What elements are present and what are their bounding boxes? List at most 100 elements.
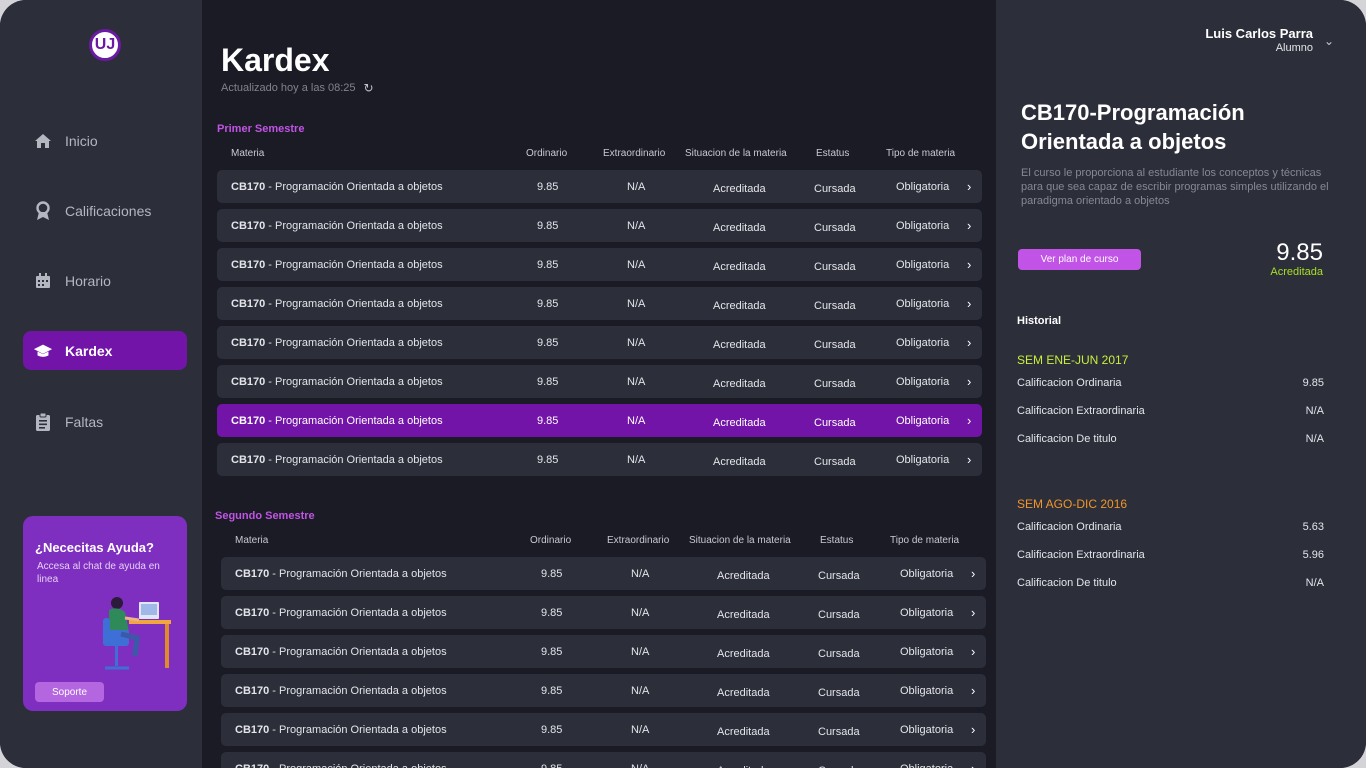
history-value: N/A [1305,577,1324,589]
chevron-right-icon[interactable]: › [967,179,971,194]
sidebar-item-kardex[interactable]: Kardex [23,331,187,370]
chevron-right-icon[interactable]: › [967,257,971,272]
ordinary-grade-cell: 9.85 [541,724,563,736]
chevron-right-icon[interactable]: › [971,722,975,737]
table-row[interactable]: CB170 - Programación Orientada a objetos… [217,209,982,242]
table-row[interactable]: CB170 - Programación Orientada a objetos… [221,713,986,746]
course-code: CB170 [235,568,270,580]
course-name-cell: CB170 - Programación Orientada a objetos [235,646,447,658]
history-semester-title: SEM AGO-DIC 2016 [1017,497,1128,511]
chevron-right-icon[interactable]: › [971,566,975,581]
chevron-right-icon[interactable]: › [967,335,971,350]
course-detail-panel: Luis Carlos Parra Alumno ⌄ CB170-Program… [996,0,1366,768]
ordinary-grade-cell: 9.85 [541,763,562,768]
chevron-right-icon[interactable]: › [967,413,971,428]
course-code: CB170 [235,685,270,697]
course-type-cell: Obligatoria [896,181,950,193]
help-title: ¿Nececitas Ayuda? [35,540,154,555]
extraordinary-grade-cell: N/A [627,181,646,193]
chevron-right-icon[interactable]: › [971,644,975,659]
sidebar-item-horario[interactable]: Horario [23,261,187,300]
table-row[interactable]: CB170 - Programación Orientada a objetos… [217,287,982,320]
table-row[interactable]: CB170 - Programación Orientada a objetos… [217,326,982,359]
refresh-icon[interactable]: ↻ [364,81,374,95]
support-button[interactable]: Soporte [35,682,104,702]
course-status-cell: Cursada [814,339,856,351]
course-status-cell: Cursada [814,456,856,468]
course-type-cell: Obligatoria [900,568,954,580]
chevron-right-icon[interactable]: › [967,452,971,467]
table-row[interactable]: CB170 - Programación Orientada a objetos… [217,170,982,203]
chevron-right-icon[interactable]: › [967,374,971,389]
sidebar-item-faltas[interactable]: Faltas [23,402,187,441]
history-row: Calificacion De titulo N/A [1017,433,1324,449]
chevron-right-icon[interactable]: › [967,296,971,311]
table-row[interactable]: CB170 - Programación Orientada a objetos… [217,248,982,281]
course-situation-cell: Acreditada [717,687,770,699]
view-course-plan-button[interactable]: Ver plan de curso [1018,249,1141,270]
sidebar-item-label: Inicio [65,132,98,149]
course-situation-cell: Acreditada [717,570,770,582]
home-icon [33,131,53,151]
course-code: CB170 [231,220,266,232]
course-situation-cell: Acreditada [713,300,766,312]
chevron-right-icon[interactable]: › [971,605,975,620]
ordinary-grade-cell: 9.85 [537,259,559,271]
main-content: Kardex Actualizado hoy a las 08:25 ↻ Pri… [202,0,996,768]
sidebar-item-calificaciones[interactable]: Calificaciones [23,191,187,230]
course-name-cell: CB170 - Programación Orientada a objetos [235,724,447,736]
chevron-right-icon[interactable]: › [971,683,975,698]
extraordinary-grade-cell: N/A [627,337,646,349]
last-updated: Actualizado hoy a las 08:25 ↻ [221,81,374,95]
ordinary-grade-cell: 9.85 [537,454,559,466]
ordinary-grade-cell: 9.85 [541,685,563,697]
extraordinary-grade-cell: N/A [631,607,650,619]
sidebar-item-inicio[interactable]: Inicio [23,121,187,160]
table-row[interactable]: CB170 - Programación Orientada a objetos… [217,443,982,476]
course-code: CB170 [231,298,266,310]
course-situation-cell: Acreditada [713,222,766,234]
table-row[interactable]: CB170 - Programación Orientada a objetos… [221,557,986,590]
chevron-right-icon[interactable]: › [967,218,971,233]
table-row[interactable]: CB170 - Programación Orientada a objetos… [217,404,982,437]
column-header: Tipo de materia [886,148,956,159]
column-header: Situacion de la materia [685,148,787,159]
user-name[interactable]: Luis Carlos Parra [1205,26,1313,41]
course-code: CB170 [231,376,266,388]
history-row: Calificacion Extraordinaria N/A [1017,405,1324,421]
page-title: Kardex [221,42,330,78]
course-type-cell: Obligatoria [900,724,954,736]
university-logo[interactable]: UJ [89,29,121,61]
app-window: UJ Inicio Calificaciones Horario Kardex [0,0,1366,768]
history-title: Historial [1017,315,1062,327]
course-code: CB170 [235,646,270,658]
table-row[interactable]: CB170 - Programación Orientada a objetos… [221,635,986,668]
table-row[interactable]: CB170 - Programación Orientada a objetos… [221,752,986,768]
course-status-cell: Cursada [818,609,860,621]
table-header: Materia Ordinario Extraordinario Situacion … [221,535,986,551]
course-name-cell: CB170 - Programación Orientada a objetos [231,220,443,232]
help-subtitle: Accesa al chat de ayuda en linea [37,561,160,585]
clipboard-icon [33,412,53,432]
course-code: CB170 [235,724,270,736]
chevron-right-icon[interactable]: › [971,761,975,768]
table-row[interactable]: CB170 - Programación Orientada a objetos… [221,596,986,629]
table-row[interactable]: CB170 - Programación Orientada a objetos… [221,674,986,707]
course-situation-cell: Acreditada [713,339,766,351]
column-header: Extraordinario [603,148,666,159]
course-status-cell: Cursada [814,183,856,195]
course-type-cell: Obligatoria [896,220,950,232]
course-code: CB170 [231,415,266,427]
sidebar: UJ Inicio Calificaciones Horario Kardex [0,0,202,768]
course-name-cell: CB170 - Programación Orientada a objetos [235,763,447,768]
column-header: Ordinario [526,148,568,159]
course-status-cell: Cursada [818,648,860,660]
chevron-down-icon[interactable]: ⌄ [1324,34,1334,48]
history-label: Calificacion Ordinaria [1017,377,1122,389]
ordinary-grade-cell: 9.85 [537,415,559,427]
semester-title: Primer Semestre [217,123,305,135]
history-row: Calificacion Ordinaria 9.85 [1017,377,1324,393]
table-row[interactable]: CB170 - Programación Orientada a objetos… [217,365,982,398]
column-header: Materia [235,535,269,546]
course-name-cell: CB170 - Programación Orientada a objetos [231,454,443,466]
